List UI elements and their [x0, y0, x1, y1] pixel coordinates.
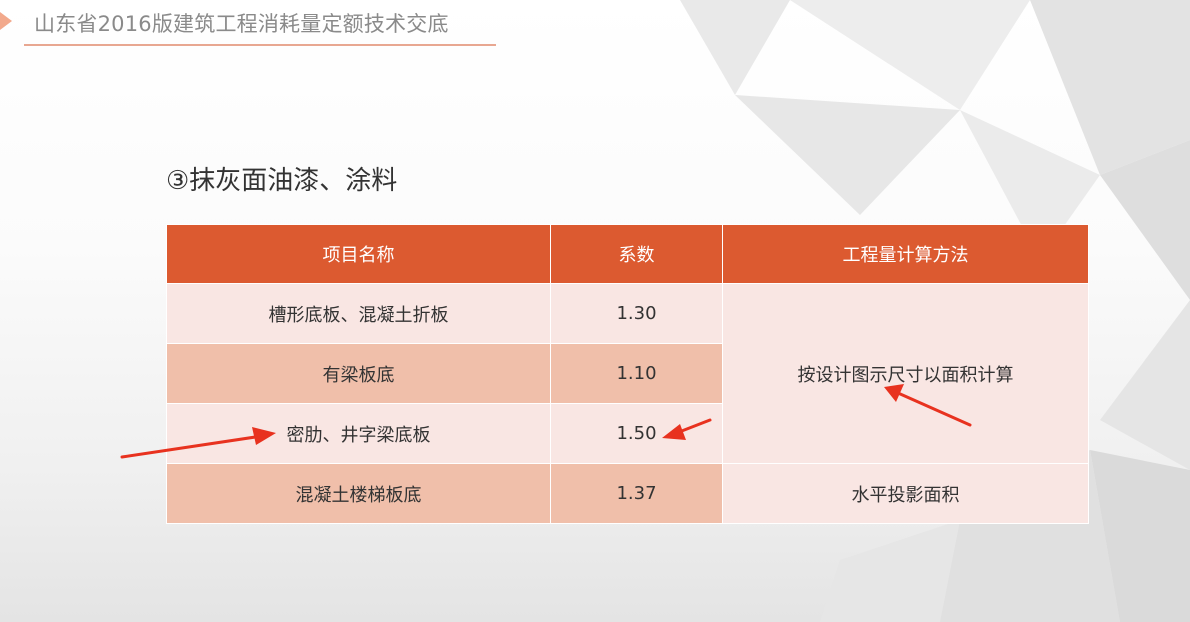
coefficient-cell: 1.30	[550, 283, 723, 344]
coefficient-cell: 1.37	[550, 463, 723, 524]
item-name-cell: 槽形底板、混凝土折板	[166, 283, 551, 344]
slide-header: 山东省2016版建筑工程消耗量定额技术交底	[0, 0, 500, 50]
header-coefficient: 系数	[550, 224, 723, 284]
method-cell: 水平投影面积	[722, 463, 1089, 524]
header-title: 山东省2016版建筑工程消耗量定额技术交底	[34, 12, 449, 36]
header-method: 工程量计算方法	[722, 224, 1089, 284]
header-underline	[24, 44, 496, 46]
method-cell-merged: 按设计图示尺寸以面积计算	[722, 283, 1089, 464]
table-row: 混凝土楼梯板底 1.37 水平投影面积	[166, 463, 1089, 524]
item-name-cell: 密肋、井字梁底板	[166, 403, 551, 464]
item-name-cell: 混凝土楼梯板底	[166, 463, 551, 524]
item-name-cell: 有梁板底	[166, 343, 551, 404]
coefficient-cell: 1.50	[550, 403, 723, 464]
table-row: 槽形底板、混凝土折板 1.30 按设计图示尺寸以面积计算	[166, 283, 1089, 464]
table-header-row: 项目名称 系数 工程量计算方法	[166, 224, 1089, 284]
header-triangle-icon	[0, 12, 12, 30]
coefficient-cell: 1.10	[550, 343, 723, 404]
coefficient-table: 项目名称 系数 工程量计算方法 槽形底板、混凝土折板 1.30 按设计图示尺寸以…	[166, 224, 1089, 524]
section-title: ③抹灰面油漆、涂料	[166, 166, 398, 196]
header-item-name: 项目名称	[166, 224, 551, 284]
